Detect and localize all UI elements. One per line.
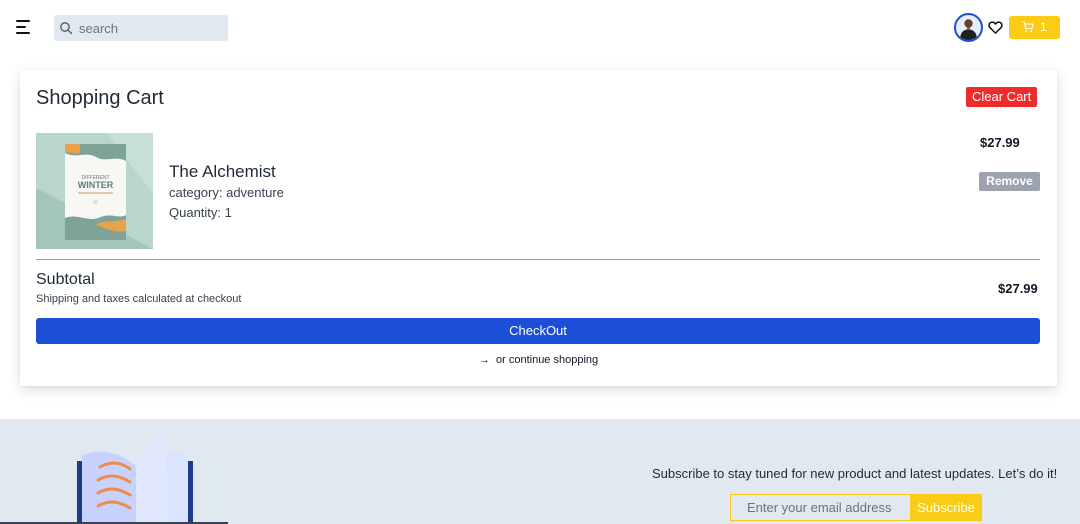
subtotal-value: $27.99 <box>998 281 1038 296</box>
continue-shopping-link[interactable]: → or continue shopping <box>479 354 598 366</box>
arrow-right-icon: → <box>479 354 490 366</box>
subscribe-button[interactable]: Subscribe <box>910 494 982 521</box>
product-category: category: adventure <box>169 185 284 200</box>
subtotal-note: Shipping and taxes calculated at checkou… <box>36 293 242 305</box>
avatar[interactable] <box>954 13 983 42</box>
divider <box>36 259 1040 260</box>
cart-icon <box>1022 21 1034 32</box>
cart-count-badge: 1 <box>1040 20 1047 34</box>
cart-title: Shopping Cart <box>36 87 164 109</box>
cover-title-line2: WINTER <box>78 180 114 190</box>
remove-item-button[interactable]: Remove <box>979 172 1040 191</box>
heart-icon[interactable] <box>988 20 1003 35</box>
menu-icon[interactable] <box>16 20 32 34</box>
checkout-button[interactable]: CheckOut <box>36 318 1040 344</box>
continue-shopping-label: or continue shopping <box>496 354 599 366</box>
product-image[interactable]: DIFFERENT WINTER <box>36 133 153 249</box>
search-icon <box>60 22 73 35</box>
product-price: $27.99 <box>980 135 1020 150</box>
subscribe-text: Subscribe to stay tuned for new product … <box>652 466 1058 481</box>
product-quantity: Quantity: 1 <box>169 205 232 220</box>
search-bar[interactable] <box>54 15 228 41</box>
header: 1 <box>0 0 1080 56</box>
shopping-cart-panel: Shopping Cart Clear Cart DIFFERENT WINTE… <box>20 70 1057 386</box>
subtotal-label: Subtotal <box>36 271 95 288</box>
search-input[interactable] <box>79 15 224 41</box>
clear-cart-button[interactable]: Clear Cart <box>966 87 1038 107</box>
cart-button[interactable]: 1 <box>1009 16 1060 39</box>
product-title[interactable]: The Alchemist <box>169 162 276 182</box>
footer: Subscribe to stay tuned for new product … <box>0 419 1080 524</box>
open-book-illustration <box>77 431 193 524</box>
email-input[interactable] <box>730 494 911 521</box>
